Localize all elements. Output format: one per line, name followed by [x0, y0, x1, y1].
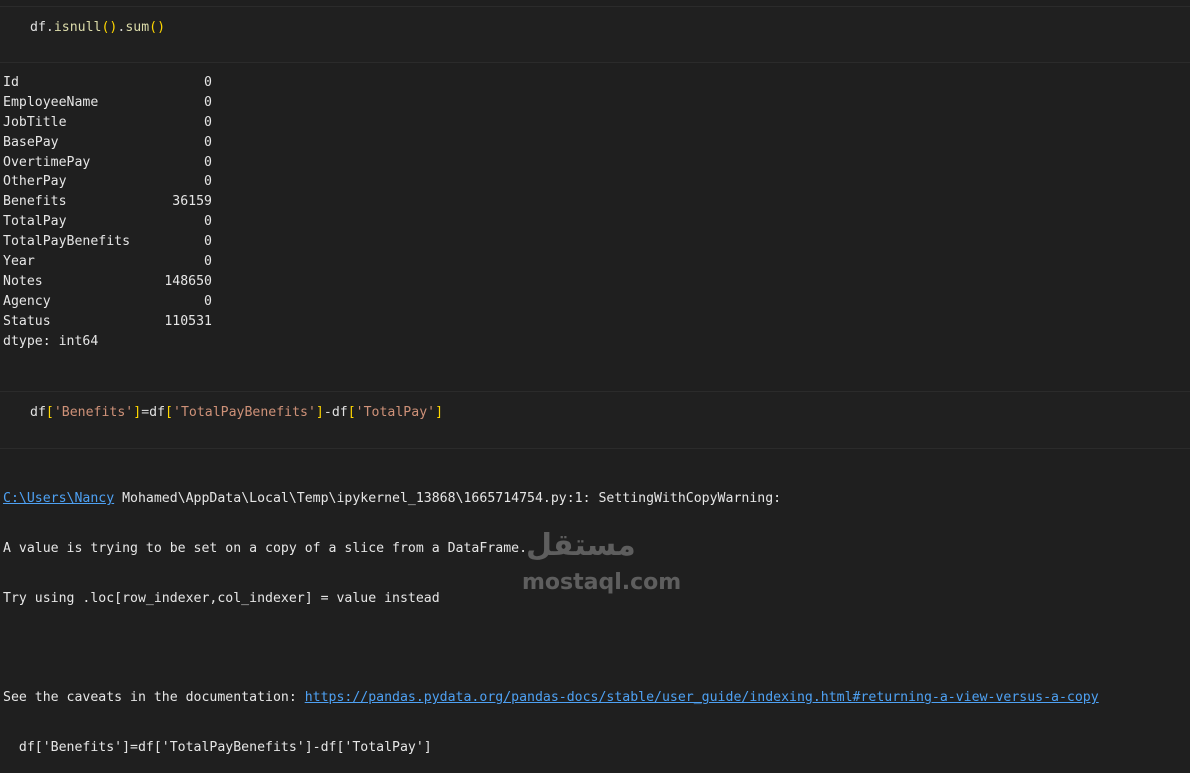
series-row: JobTitle 0	[3, 113, 223, 133]
series-row: TotalPayBenefits 0	[3, 232, 223, 252]
series-value: 0	[204, 75, 212, 90]
series-index: Year	[3, 254, 35, 270]
code-token: ()	[149, 20, 166, 35]
documentation-link[interactable]: https://pandas.pydata.org/pandas-docs/st…	[305, 690, 1099, 705]
series-row: TotalPay 0	[3, 212, 223, 232]
code-token: ]	[315, 405, 324, 420]
series-value: 110531	[164, 313, 212, 329]
code-token: [	[165, 405, 173, 420]
series-index: OvertimePay	[3, 154, 91, 170]
series-value: 0	[204, 134, 212, 150]
series-row: EmployeeName 0	[3, 93, 223, 113]
series-row: Year 0	[3, 252, 223, 272]
warning-source-line: df['Benefits']=df['TotalPayBenefits']-df…	[3, 739, 432, 755]
cell-output-1: Id 0 EmployeeName 0 JobTitle 0 BasePay 0 Ove…	[3, 73, 223, 351]
series-value: 0	[204, 254, 212, 270]
series-row: Agency 0	[3, 292, 223, 312]
warning-line: See the caveats in the documentation: ht…	[3, 688, 1099, 708]
series-value: 0	[204, 234, 212, 250]
code-line[interactable]: df['Benefits']=df['TotalPayBenefits']-df…	[30, 405, 443, 420]
series-index: TotalPay	[3, 214, 67, 230]
series-value: 0	[204, 214, 212, 230]
series-row: Benefits 36159	[3, 192, 223, 212]
series-row: OvertimePay 0	[3, 153, 223, 173]
series-index: Agency	[3, 293, 51, 309]
code-cell-2[interactable]: df['Benefits']=df['TotalPayBenefits']-df…	[0, 391, 1190, 449]
series-index: Status	[3, 313, 51, 329]
series-index: TotalPayBenefits	[3, 234, 131, 250]
code-token: df	[331, 405, 348, 420]
series-value: 0	[204, 114, 212, 130]
code-token: df	[149, 405, 166, 420]
code-token: [	[45, 405, 54, 420]
code-token: isnull	[53, 20, 102, 35]
watermark-text: mostaql.com	[522, 570, 682, 595]
series-row: OtherPay 0	[3, 172, 223, 192]
code-token: [	[347, 405, 356, 420]
series-index: EmployeeName	[3, 94, 99, 110]
code-line[interactable]: df.isnull().sum()	[30, 20, 165, 35]
code-token: ]	[435, 405, 444, 420]
warning-path-text: Mohamed\AppData\Local\Temp\ipykernel_138…	[114, 491, 782, 506]
code-token: sum	[125, 20, 150, 35]
series-value: 0	[204, 293, 212, 309]
watermark-logo: مستقل	[526, 528, 636, 563]
series-dtype: dtype: int64	[3, 333, 99, 349]
series-index: BasePay	[3, 134, 59, 150]
series-value: 0	[204, 174, 212, 190]
code-token: ()	[101, 20, 118, 35]
code-token: .	[45, 20, 54, 35]
series-row: Notes 148650	[3, 272, 223, 292]
cell-output-2-warning: C:\Users\Nancy Mohamed\AppData\Local\Tem…	[3, 459, 1099, 773]
series-index: OtherPay	[3, 174, 67, 190]
series-index: JobTitle	[3, 114, 67, 130]
code-token: df	[30, 20, 46, 35]
series-row: Status 110531	[3, 312, 223, 332]
series-value: 0	[204, 154, 212, 170]
series-index: Benefits	[3, 194, 67, 210]
series-row: BasePay 0	[3, 133, 223, 153]
code-token: 'TotalPay'	[355, 405, 436, 420]
series-index: Id	[3, 75, 19, 90]
warning-doc-prefix: See the caveats in the documentation:	[3, 690, 305, 706]
series-value: 148650	[164, 273, 212, 289]
code-token: ]	[133, 405, 142, 420]
watermark: مستقل mostaql.com	[520, 528, 681, 600]
code-token: df	[30, 405, 46, 420]
file-path-link[interactable]: C:\Users\Nancy	[3, 491, 114, 506]
warning-blank-line	[3, 638, 1099, 658]
code-token: =	[141, 405, 150, 420]
series-value: 0	[204, 94, 212, 110]
code-token: 'TotalPayBenefits'	[173, 405, 316, 420]
code-token: -	[323, 405, 332, 420]
warning-line: C:\Users\Nancy Mohamed\AppData\Local\Tem…	[3, 489, 1099, 509]
series-row: Id 0	[3, 73, 223, 93]
series-index: Notes	[3, 273, 43, 289]
code-cell-1[interactable]: df.isnull().sum()	[0, 6, 1190, 63]
code-token: 'Benefits'	[53, 405, 134, 420]
series-value: 36159	[172, 194, 212, 210]
